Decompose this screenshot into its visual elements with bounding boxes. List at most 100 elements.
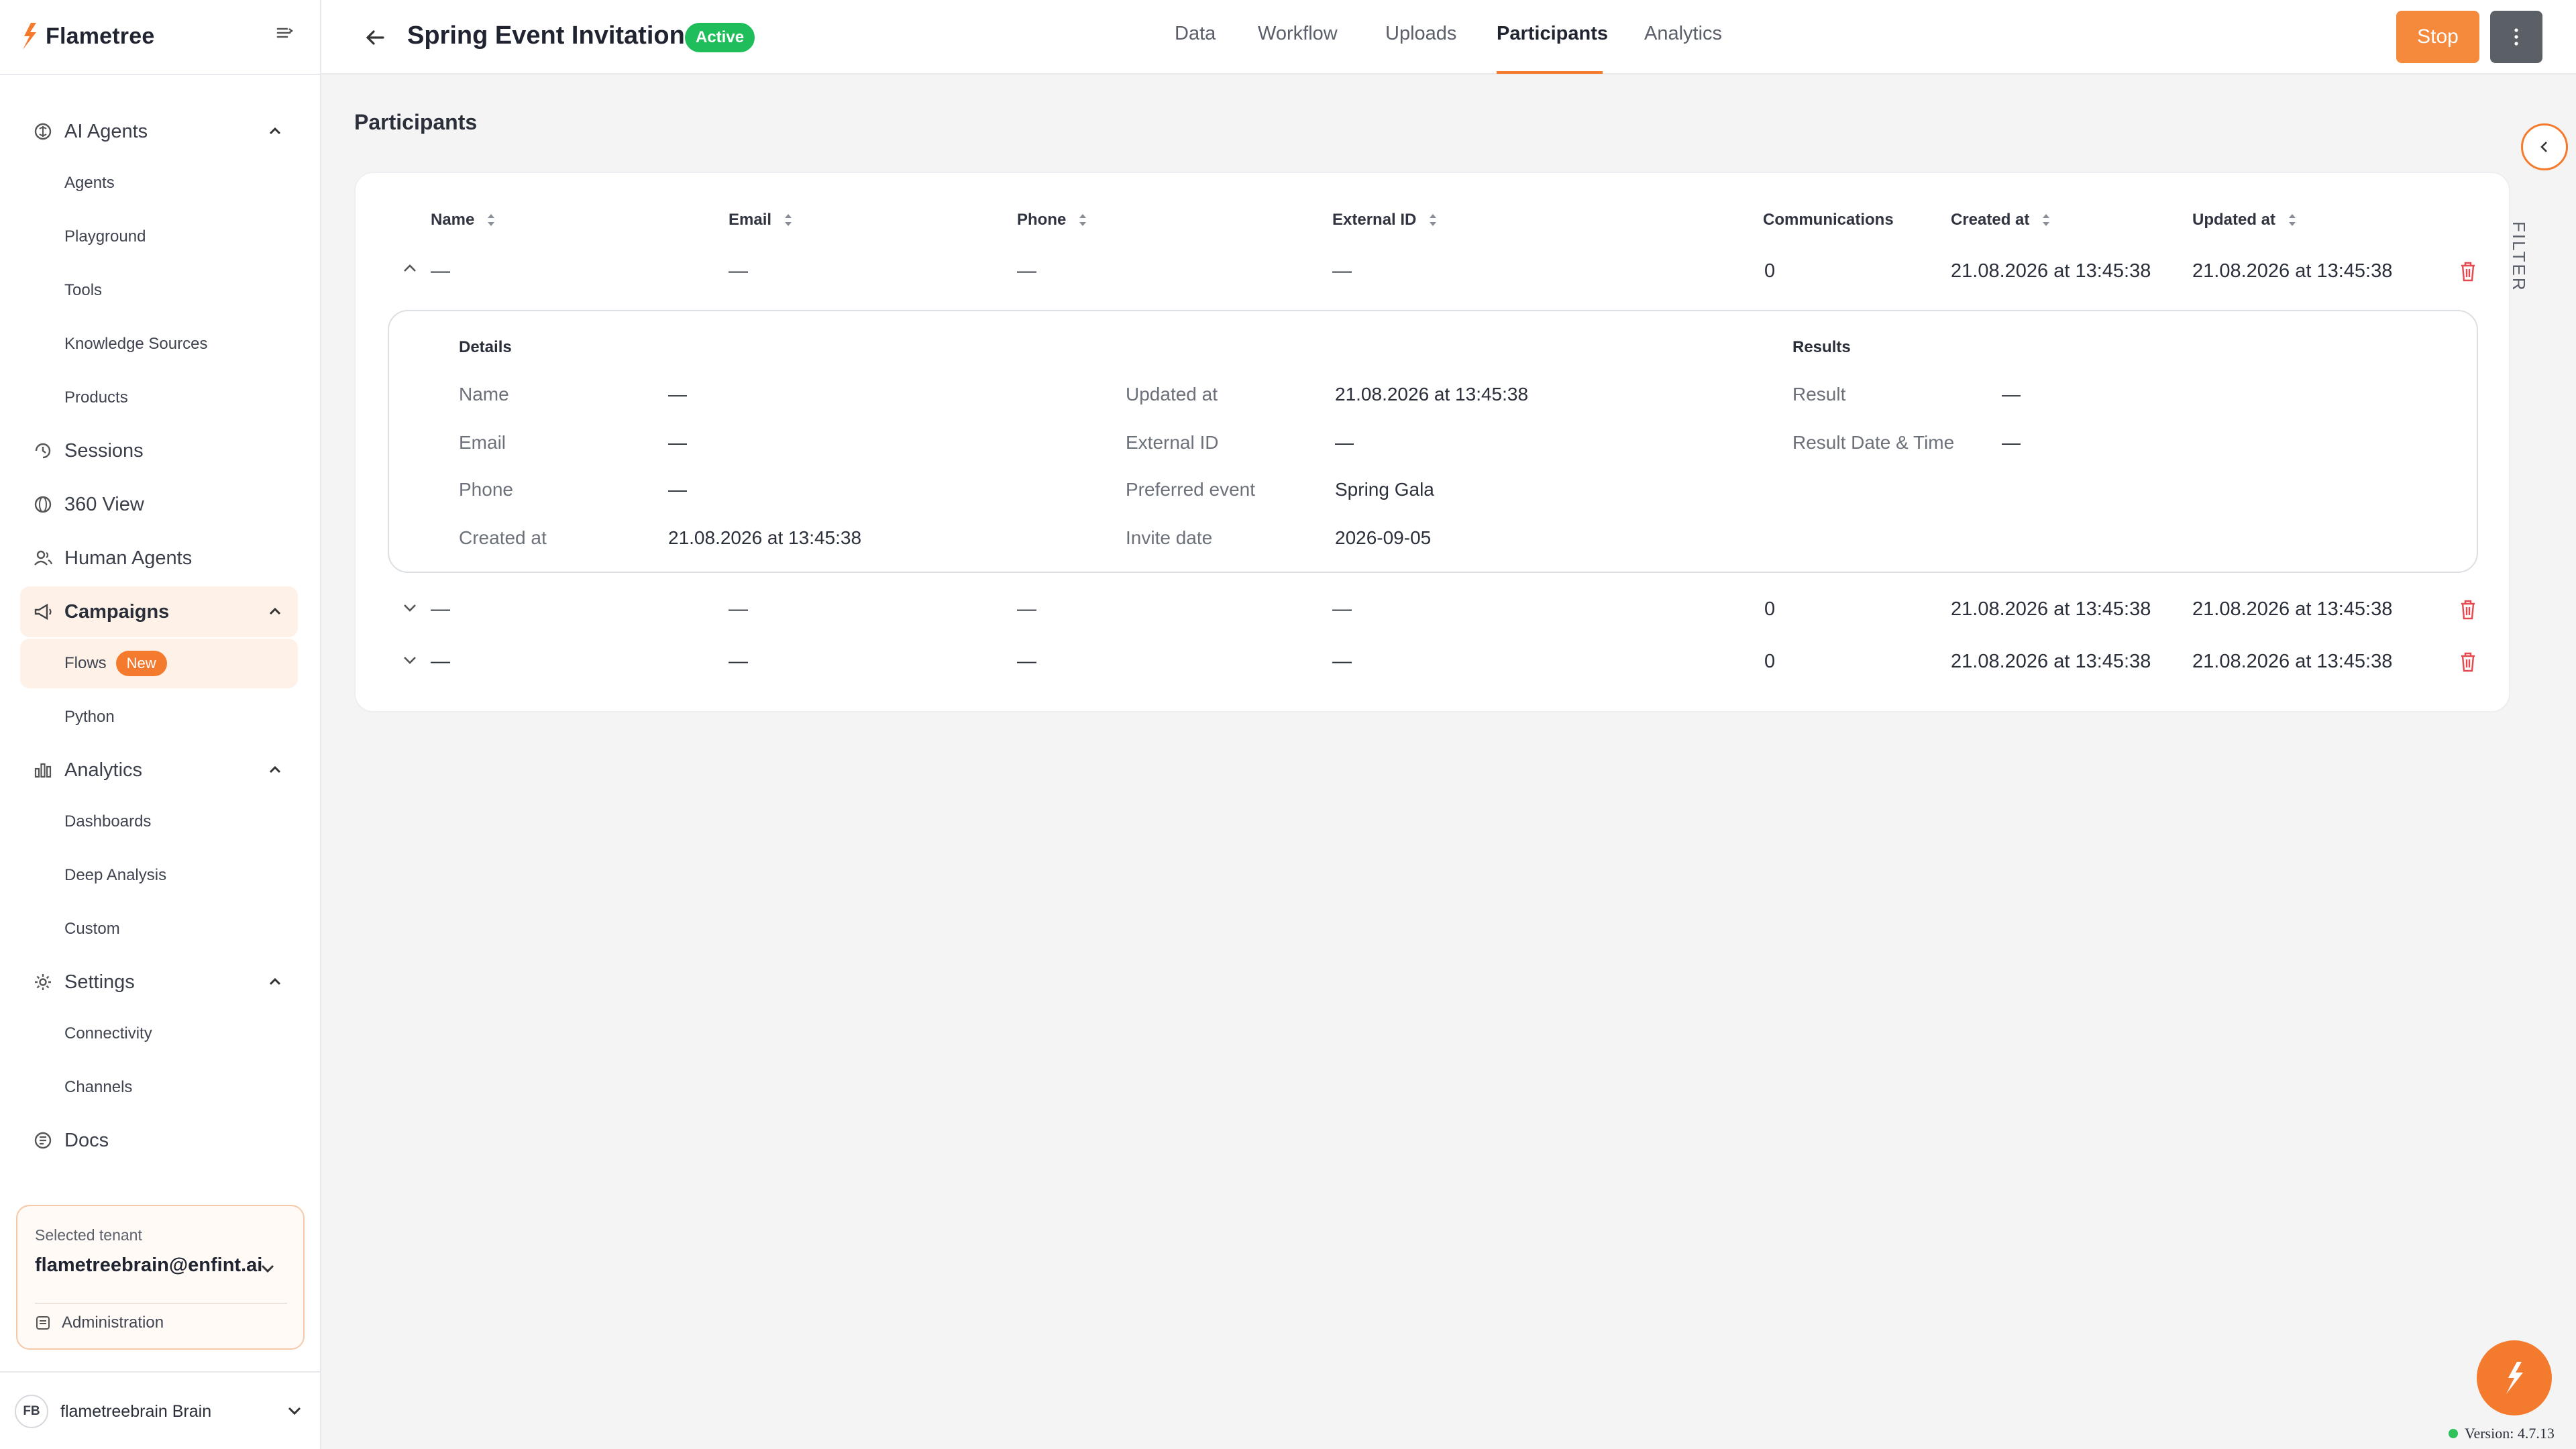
sidebar-item-settings[interactable]: Settings — [20, 957, 298, 1008]
sort-icon[interactable] — [2041, 211, 2051, 229]
sidebar-item-docs[interactable]: Docs — [20, 1115, 298, 1166]
detail-value: — — [668, 479, 687, 500]
version-indicator: Version: 4.7.13 — [2449, 1425, 2555, 1442]
header: Spring Event Invitations Active Data Wor… — [321, 0, 2576, 74]
column-header-created-at[interactable]: Created at — [1951, 211, 2051, 229]
sidebar-item-channels[interactable]: Channels — [20, 1063, 298, 1112]
tab-analytics[interactable]: Analytics — [1644, 23, 1722, 74]
tenant-divider — [35, 1303, 287, 1304]
cell-updated-at: 21.08.2026 at 13:45:38 — [2192, 598, 2393, 620]
sidebar-item-label: Custom — [64, 920, 120, 938]
cell-updated-at: 21.08.2026 at 13:45:38 — [2192, 260, 2393, 282]
chevron-up-icon[interactable] — [266, 973, 284, 991]
admin-icon — [36, 1316, 50, 1330]
tenant-value: flametreebrain@enfint.ai — [35, 1254, 263, 1276]
avatar: FB — [15, 1395, 48, 1428]
sidebar-item-label: Agents — [64, 174, 115, 192]
filter-label[interactable]: FILTER — [2508, 221, 2529, 292]
sidebar-item-playground[interactable]: Playground — [20, 212, 298, 262]
filter-toggle-button[interactable] — [2521, 123, 2568, 170]
chat-assistant-button[interactable] — [2477, 1340, 2552, 1415]
sidebar-item-knowledge-sources[interactable]: Knowledge Sources — [20, 319, 298, 369]
column-header-updated-at[interactable]: Updated at — [2192, 211, 2297, 229]
detail-label: Preferred event — [1126, 479, 1255, 500]
sort-icon[interactable] — [486, 211, 496, 229]
megaphone-icon — [31, 600, 55, 624]
sidebar-item-deep-analysis[interactable]: Deep Analysis — [20, 851, 298, 900]
sidebar-item-campaigns[interactable]: Campaigns — [20, 586, 298, 637]
expand-row-icon[interactable] — [400, 649, 420, 669]
sidebar-item-sessions[interactable]: Sessions — [20, 425, 298, 476]
result-label: Result Date & Time — [1792, 432, 1955, 453]
tab-uploads[interactable]: Uploads — [1385, 23, 1456, 74]
flametree-logo[interactable]: Flametree — [20, 20, 154, 52]
detail-value: 21.08.2026 at 13:45:38 — [668, 527, 862, 548]
expand-row-icon[interactable] — [400, 597, 420, 617]
sidebar-item-python[interactable]: Python — [20, 692, 298, 742]
sort-icon[interactable] — [784, 211, 793, 229]
result-value: — — [2002, 432, 2021, 453]
sort-icon[interactable] — [1428, 211, 1438, 229]
sidebar-item-label: 360 View — [64, 493, 144, 515]
trash-icon[interactable] — [2458, 260, 2478, 283]
sidebar-item-custom[interactable]: Custom — [20, 904, 298, 954]
trash-icon[interactable] — [2458, 598, 2478, 621]
sort-icon[interactable] — [1078, 211, 1087, 229]
results-heading: Results — [1792, 338, 1851, 356]
sidebar-item-label: AI Agents — [64, 120, 148, 142]
column-header-label: Created at — [1951, 211, 2030, 229]
sidebar-item-label: Knowledge Sources — [64, 335, 208, 353]
sidebar-item-agents[interactable]: Agents — [20, 158, 298, 208]
detail-label: Name — [459, 384, 509, 405]
sidebar-item-analytics[interactable]: Analytics — [20, 745, 298, 796]
detail-value: — — [668, 384, 687, 405]
detail-value: — — [668, 432, 687, 453]
sidebar-item-tools[interactable]: Tools — [20, 266, 298, 315]
cell-updated-at: 21.08.2026 at 13:45:38 — [2192, 651, 2393, 672]
sidebar-item-label: Dashboards — [64, 812, 152, 830]
version-text: Version: 4.7.13 — [2465, 1425, 2555, 1442]
sidebar-item-label: Human Agents — [64, 547, 193, 569]
tab-data[interactable]: Data — [1175, 23, 1216, 74]
chevron-up-icon[interactable] — [266, 761, 284, 780]
stop-button[interactable]: Stop — [2396, 11, 2479, 63]
chevron-down-icon[interactable] — [286, 1402, 303, 1419]
sidebar-item-human-agents[interactable]: Human Agents — [20, 533, 298, 584]
user-menu[interactable]: FB flametreebrain Brain — [15, 1393, 310, 1430]
chevron-down-icon[interactable] — [259, 1260, 276, 1277]
detail-label: Invite date — [1126, 527, 1213, 548]
sidebar-item-flows[interactable]: Flows New — [20, 639, 298, 688]
sidebar-item-label: Connectivity — [64, 1024, 152, 1042]
column-header-external-id[interactable]: External ID — [1332, 211, 1438, 229]
sort-icon[interactable] — [2288, 211, 2297, 229]
flame-chat-icon — [2506, 1362, 2523, 1394]
sidebar-item-dashboards[interactable]: Dashboards — [20, 797, 298, 847]
detail-label: Phone — [459, 479, 513, 500]
status-dot — [2449, 1429, 2458, 1438]
column-header-email[interactable]: Email — [729, 211, 793, 229]
collapse-sidebar-icon[interactable] — [274, 23, 294, 43]
chevron-up-icon[interactable] — [266, 602, 284, 621]
more-options-button[interactable] — [2490, 11, 2542, 63]
sidebar-item-360-view[interactable]: 360 View — [20, 479, 298, 530]
tab-participants[interactable]: Participants — [1497, 23, 1608, 74]
detail-label: Email — [459, 432, 506, 453]
cell-communications: 0 — [1764, 260, 1776, 282]
chevron-up-icon[interactable] — [266, 122, 284, 141]
trash-icon[interactable] — [2458, 651, 2478, 674]
tab-workflow[interactable]: Workflow — [1258, 23, 1338, 74]
sidebar-item-ai-agents[interactable]: AI Agents — [20, 106, 298, 157]
cell-communications: 0 — [1764, 598, 1776, 620]
tenant-selector[interactable]: Selected tenant flametreebrain@enfint.ai… — [16, 1205, 305, 1350]
page-title: Spring Event Invitations — [407, 21, 699, 50]
collapse-row-icon[interactable] — [400, 259, 420, 279]
sidebar-item-connectivity[interactable]: Connectivity — [20, 1009, 298, 1059]
result-label: Result — [1792, 384, 1846, 405]
back-arrow-icon[interactable] — [362, 24, 388, 51]
column-header-label: Name — [431, 211, 475, 229]
gear-icon — [31, 970, 55, 994]
column-header-name[interactable]: Name — [431, 211, 496, 229]
administration-link[interactable]: Administration — [35, 1313, 164, 1332]
column-header-phone[interactable]: Phone — [1017, 211, 1087, 229]
sidebar-item-products[interactable]: Products — [20, 373, 298, 423]
